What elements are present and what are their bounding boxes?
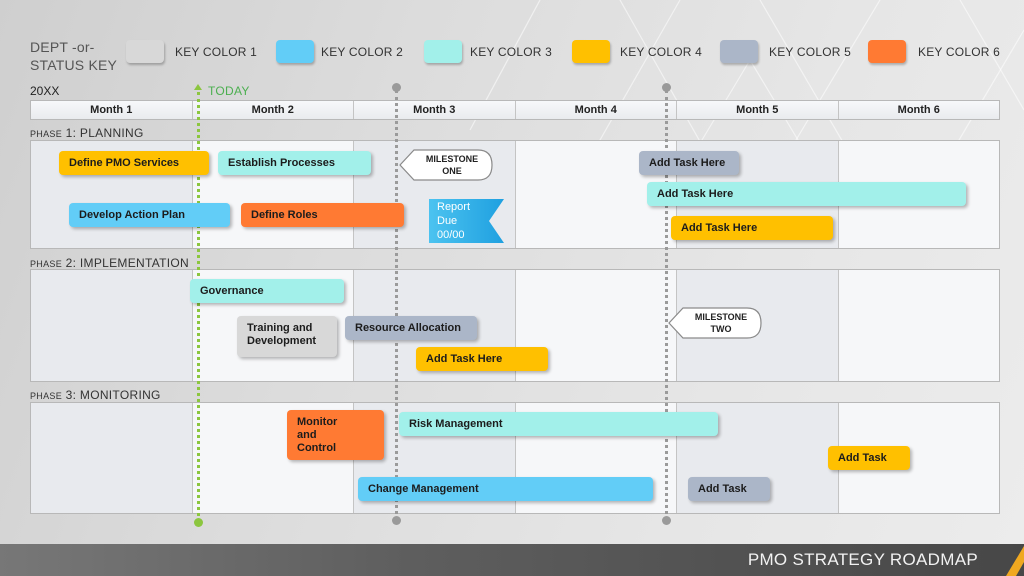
milestone-one-line1: MILESTONE — [425, 154, 479, 164]
task-bar[interactable]: Define PMO Services — [59, 151, 209, 175]
task-label: Add Task Here — [657, 188, 734, 200]
month-3-header: Month 3 — [354, 101, 516, 119]
grid-column — [31, 403, 193, 513]
task-label: Define PMO Services — [69, 157, 180, 169]
report-due-flag[interactable]: Report Due 00/00 — [429, 199, 504, 243]
task-label: Add Task Here — [426, 353, 503, 365]
phase-1-label: PHASE 1: PLANNING — [30, 126, 144, 140]
task-label: Risk Management — [409, 418, 503, 430]
grid-column — [31, 270, 193, 381]
status-key-title: DEPT -or- STATUS KEY — [30, 38, 117, 74]
key-color-4-swatch — [572, 40, 610, 63]
task-bar[interactable]: Change Management — [358, 477, 653, 501]
month-header-row: Month 1 Month 2 Month 3 Month 4 Month 5 … — [30, 100, 1000, 120]
key-color-4-label: KEY COLOR 4 — [620, 45, 703, 59]
grid-column — [838, 270, 999, 381]
key-color-1-swatch — [126, 40, 164, 63]
task-bar[interactable]: Monitor and Control — [287, 410, 384, 460]
task-bar[interactable]: Add Task — [688, 477, 770, 501]
milestone-one-marker-bottom-dot — [392, 516, 401, 525]
month-4-header: Month 4 — [515, 101, 677, 119]
task-label: Governance — [200, 285, 264, 297]
task-label: Define Roles — [251, 209, 318, 221]
phase-2-number: 2: — [65, 256, 77, 270]
task-bar[interactable]: Define Roles — [241, 203, 404, 227]
task-label: Develop Action Plan — [79, 209, 185, 221]
task-bar[interactable]: Add Task — [828, 446, 910, 470]
today-marker-dot — [194, 518, 203, 527]
report-date: 00/00 — [437, 229, 465, 241]
task-bar[interactable]: Add Task Here — [647, 182, 966, 206]
today-marker-arrow-icon — [194, 84, 202, 90]
task-bar[interactable]: Add Task Here — [671, 216, 833, 240]
task-bar[interactable]: Add Task Here — [416, 347, 548, 371]
report-line2: Due — [437, 215, 458, 227]
task-bar[interactable]: Risk Management — [399, 412, 718, 436]
key-color-6-label: KEY COLOR 6 — [918, 45, 1001, 59]
status-key-title-line1: DEPT -or- — [30, 39, 95, 55]
task-label: Resource Allocation — [355, 322, 461, 334]
footer-title: PMO STRATEGY ROADMAP — [747, 550, 978, 569]
task-bar[interactable]: Develop Action Plan — [69, 203, 230, 227]
phase-3-label: PHASE 3: MONITORING — [30, 388, 161, 402]
month-2-header: Month 2 — [192, 101, 354, 119]
milestone-two-marker-bottom-dot — [662, 516, 671, 525]
phase-1-prefix: PHASE — [30, 129, 63, 139]
key-color-3-label: KEY COLOR 3 — [470, 45, 553, 59]
milestone-one-line2: ONE — [442, 166, 462, 176]
month-5-header: Month 5 — [677, 101, 839, 119]
task-bar[interactable]: Training and Development — [237, 316, 337, 357]
milestone-one-marker-top-dot — [392, 83, 401, 92]
year-label: 20XX — [30, 84, 60, 98]
task-bar[interactable]: Establish Processes — [218, 151, 371, 175]
key-color-1-label: KEY COLOR 1 — [175, 45, 258, 59]
milestone-two[interactable]: MILESTONE TWO — [667, 306, 763, 340]
key-color-2-label: KEY COLOR 2 — [321, 45, 404, 59]
task-bar[interactable]: Resource Allocation — [345, 316, 477, 340]
key-color-5-swatch — [720, 40, 758, 63]
task-bar[interactable]: Add Task Here — [639, 151, 739, 175]
task-label: Add Task — [838, 452, 887, 464]
accent-stripe-icon — [1006, 546, 1024, 576]
task-label: Add Task — [698, 483, 747, 495]
phase-2-name: IMPLEMENTATION — [79, 256, 190, 270]
report-line1: Report — [437, 201, 471, 213]
status-key-title-line2: STATUS KEY — [30, 57, 118, 73]
month-1-header: Month 1 — [31, 101, 193, 119]
phase-1-number: 1: — [65, 126, 77, 140]
task-label: Change Management — [368, 483, 479, 495]
phase-3-prefix: PHASE — [30, 391, 63, 401]
task-label: Establish Processes — [228, 157, 336, 169]
phase-1-name: PLANNING — [79, 126, 144, 140]
phase-2-prefix: PHASE — [30, 259, 63, 269]
milestone-one[interactable]: MILESTONE ONE — [398, 148, 494, 182]
milestone-two-marker-top-dot — [662, 83, 671, 92]
footer-bar: PMO STRATEGY ROADMAP — [0, 544, 1024, 576]
task-label: Add Task Here — [649, 157, 726, 169]
task-label: Add Task Here — [681, 222, 758, 234]
task-bar[interactable]: Governance — [190, 279, 344, 303]
phase-3-name: MONITORING — [79, 388, 161, 402]
key-color-3-swatch — [424, 40, 462, 63]
milestone-two-line2: TWO — [710, 324, 732, 334]
today-label: TODAY — [208, 84, 250, 98]
month-6-header: Month 6 — [838, 101, 999, 119]
task-label: Monitor and Control — [297, 416, 338, 454]
phase-2-label: PHASE 2: IMPLEMENTATION — [30, 256, 189, 270]
key-color-5-label: KEY COLOR 5 — [769, 45, 852, 59]
key-color-6-swatch — [868, 40, 906, 63]
milestone-two-line1: MILESTONE — [694, 312, 748, 322]
phase-3-number: 3: — [65, 388, 77, 402]
task-label: Training and Development — [247, 322, 317, 347]
key-color-2-swatch — [276, 40, 314, 63]
